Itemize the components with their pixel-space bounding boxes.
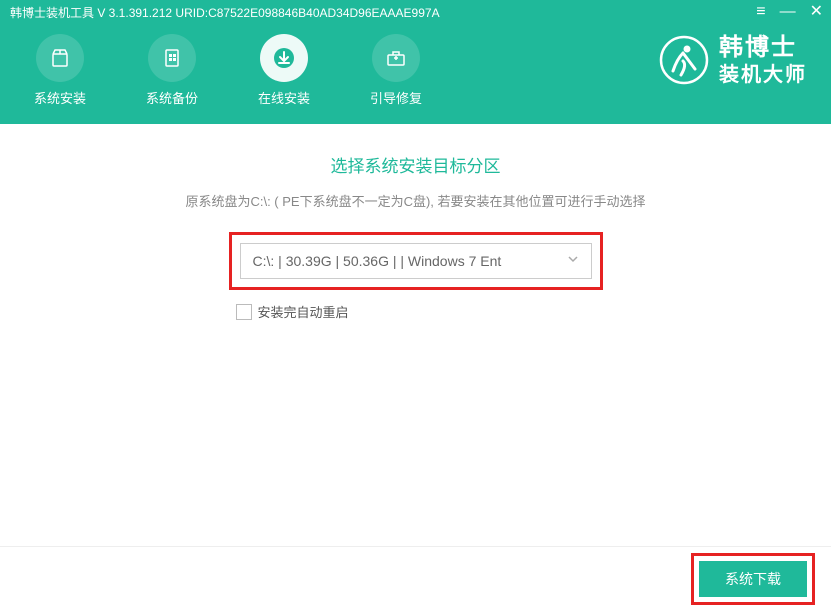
logo-line1: 韩博士	[719, 34, 807, 63]
partition-value: C:\: | 30.39G | 50.36G | | Windows 7 Ent	[253, 253, 502, 269]
tab-label: 引导修复	[370, 88, 422, 107]
auto-restart-label: 安装完自动重启	[258, 302, 349, 321]
section-title: 选择系统安装目标分区	[20, 152, 811, 177]
tab-label: 系统安装	[34, 88, 86, 107]
app-title: 韩博士装机工具 V 3.1.391.212 URID:C87522E098846…	[10, 4, 440, 21]
close-icon[interactable]: ✕	[810, 4, 823, 20]
document-icon	[148, 34, 196, 82]
auto-restart-checkbox[interactable]	[236, 304, 252, 320]
box-icon	[36, 34, 84, 82]
download-highlight: 系统下载	[691, 553, 815, 605]
toolbox-icon	[372, 34, 420, 82]
hint-text: 原系统盘为C:\: ( PE下系统盘不一定为C盘), 若要安装在其他位置可进行手…	[20, 191, 811, 210]
tab-label: 在线安装	[258, 88, 310, 107]
chevron-down-icon	[567, 252, 579, 270]
tab-label: 系统备份	[146, 88, 198, 107]
logo-line2: 装机大师	[719, 63, 807, 87]
minimize-icon[interactable]: —	[780, 4, 796, 20]
logo: 韩博士 装机大师	[659, 34, 807, 87]
download-button-label: 系统下载	[725, 569, 781, 589]
tab-system-install[interactable]: 系统安装	[16, 30, 104, 107]
partition-highlight: C:\: | 30.39G | 50.36G | | Windows 7 Ent	[229, 232, 603, 290]
tab-system-backup[interactable]: 系统备份	[128, 30, 216, 107]
tab-boot-repair[interactable]: 引导修复	[352, 30, 440, 107]
partition-select[interactable]: C:\: | 30.39G | 50.36G | | Windows 7 Ent	[240, 243, 592, 279]
download-icon	[260, 34, 308, 82]
logo-icon	[659, 35, 709, 85]
menu-icon[interactable]: ≡	[756, 4, 765, 20]
tab-online-install[interactable]: 在线安装	[240, 30, 328, 107]
download-button[interactable]: 系统下载	[699, 561, 807, 597]
